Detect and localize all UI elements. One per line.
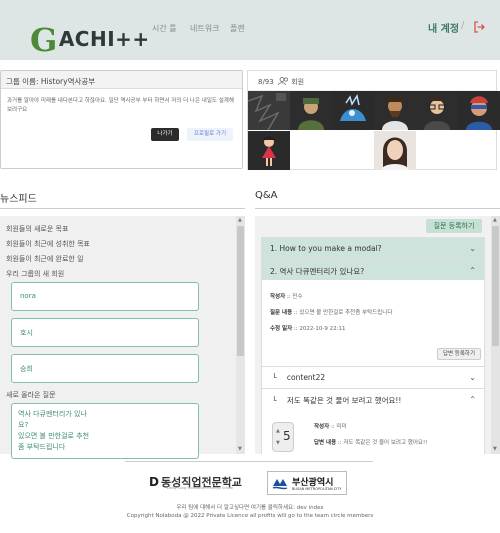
feed-item[interactable]: 회원들이 최근에 완료한 일 [6,254,84,264]
busan-logo-subtitle: BUSAN METROPOLITAN CITY [292,487,342,491]
chevron-down-icon: ⌄ [469,244,476,253]
member-avatar[interactable] [416,91,458,130]
question-preview-line: 있으면 볼 만한걸로 추천 [18,432,90,440]
members-label: 회원 [291,78,305,86]
answer-title: 저도 똑같은 것 물어 보려고 했어요!! [286,396,402,405]
answer-item[interactable]: └ content22 ⌄ [261,366,485,389]
member-avatar[interactable] [458,91,500,130]
qa-title: Q&A [255,190,278,201]
register-question-button[interactable]: 질문 등록하기 [426,219,482,233]
answer-author: 작성자 :: 미미 [314,424,347,430]
answer-header[interactable]: └ 저도 똑같은 것 물어 보려고 했어요!! ⌃ [262,389,484,410]
newsfeed-title: 뉴스피드 [0,194,37,205]
my-account-link[interactable]: 내 계정 [428,20,459,35]
scrollbar-thumb[interactable] [237,226,244,356]
dongsung-logo-subtitle: Dong Sung Vocational Training School [167,486,234,490]
scroll-down-icon[interactable]: ▼ [493,446,497,452]
dongsung-logo[interactable]: D 동성직업전문학교 Dong Sung Vocational Training … [149,474,242,490]
chevron-up-icon: ⌃ [469,395,476,404]
nav-link-plan[interactable]: 플랜 [230,23,245,34]
question-header[interactable]: 2. 역사 다큐멘터리가 있나요? ⌃ [262,260,484,281]
question-date: 수정 일자 :: 2022-10-9 22:11 [270,326,346,332]
upvote-icon[interactable]: ▲ [276,428,280,434]
vote-widget: ▲ ▼ 5 [272,422,294,452]
logout-icon[interactable] [473,21,485,33]
question-content: 질문 내용 :: 있으면 볼 만한걸로 추천좀 부탁드립니다 [270,310,393,316]
new-member-card[interactable]: nora [11,282,199,311]
question-title: 1. How to you make a modal? [270,244,382,253]
question-header[interactable]: 1. How to you make a modal? ⌄ [262,238,484,259]
members-grid [248,91,500,171]
register-answer-button[interactable]: 답변 등록하기 [437,348,481,360]
scrollbar-thumb[interactable] [492,226,499,346]
go-to-profile-button[interactable]: 프로필로 가기 [187,128,233,141]
reply-arrow-icon: └ [272,396,277,405]
answer-header[interactable]: └ content22 ⌄ [262,367,484,388]
group-name: 그룹 이름: History역사공부 [1,71,242,89]
newsfeed-divider [0,208,245,209]
feed-item[interactable]: 회원들이 최근에 성취한 목표 [6,239,90,249]
question-author: 작성자 :: 민수 [270,294,303,300]
question-title: 2. 역사 다큐멘터리가 있나요? [270,267,365,276]
question-preview-line: 역사 다큐멘터리가 있나 [18,410,87,418]
member-avatar[interactable] [248,91,290,130]
member-avatar[interactable] [374,131,416,170]
question-item[interactable]: 2. 역사 다큐멘터리가 있나요? ⌃ [261,259,485,282]
chevron-down-icon: ⌄ [469,373,476,382]
question-preview-line: 좀 부탁드립니다 [18,443,66,451]
new-question-card[interactable]: 역사 다큐멘터리가 있나 요? 있으면 볼 만한걸로 추천 좀 부탁드립니다 [11,403,199,459]
chevron-up-icon: ⌃ [469,266,476,275]
downvote-icon[interactable]: ▼ [276,440,280,446]
nav-separator: / [461,20,465,31]
member-avatar[interactable] [290,91,332,130]
app-logo[interactable]: GACHI++ [30,16,150,59]
members-header: 8/93 회원 [248,71,496,91]
scroll-down-icon[interactable]: ▼ [238,446,242,452]
answer-title: content22 [286,373,326,382]
feed-item[interactable]: 우리 그룹의 새 회원 [6,269,64,279]
new-member-card[interactable]: 승희 [11,354,199,383]
logo-text: ACHI++ [58,27,150,51]
answer-content: 답변 내용 :: 저도 똑같은 것 물어 보려고 했어요!! [314,440,428,446]
group-info-card: 그룹 이름: History역사공부 과거를 알아야 미래를 내다본다고 하잖아… [0,70,243,169]
newsfeed-panel: 회원들의 새로운 목표 회원들이 최근에 성취한 목표 회원들이 최근에 완료한… [0,216,245,459]
newsfeed-scrollbar[interactable]: ▲ ▼ [236,216,245,454]
new-member-card[interactable]: 호시 [11,318,199,347]
users-icon [278,77,288,86]
footer-team-link[interactable]: 우리 팀에 대해서 더 알고싶다면 여기를 클릭하세요: dev index [0,503,500,511]
navbar: GACHI++ 시간 틀 네트워크 플랜 내 계정 / [0,0,500,60]
reply-arrow-icon: └ [272,373,277,382]
qa-divider [255,208,500,209]
answer-item[interactable]: └ 저도 똑같은 것 물어 보려고 했어요!! ⌃ [261,388,485,411]
footer-copyright: Copyright Nolaboda @ 2022 Private Licenc… [126,513,374,519]
qa-scrollbar[interactable]: ▲ ▼ [491,216,500,454]
nav-link-timeframe[interactable]: 시간 틀 [152,23,177,34]
member-avatar[interactable] [374,91,416,130]
member-avatar[interactable] [248,131,290,170]
members-card: 8/93 회원 [247,70,500,171]
new-questions-label: 새로 올라온 질문 [6,391,56,399]
footer-divider [125,461,373,462]
vote-count: 5 [283,429,291,443]
member-avatar[interactable] [332,91,374,130]
answer-detail: ▲ ▼ 5 작성자 :: 미미 답변 내용 :: 저도 똑같은 것 물어 보려고… [261,410,485,454]
logo-g: G [30,21,58,59]
question-detail: 작성자 :: 민수 질문 내용 :: 있으면 볼 만한걸로 추천좀 부탁드립니다… [261,280,485,366]
ds-mark-icon: D [149,475,159,489]
leave-group-button[interactable]: 나가기 [151,128,179,141]
member-count: 8/93 [258,78,274,86]
question-preview-line: 요? [18,421,29,429]
scroll-up-icon[interactable]: ▲ [493,217,497,223]
question-item[interactable]: 1. How to you make a modal? ⌄ [261,237,485,260]
busan-emblem-icon [272,479,288,490]
scroll-up-icon[interactable]: ▲ [238,217,242,223]
feed-item[interactable]: 회원들의 새로운 목표 [6,224,68,234]
nav-link-network[interactable]: 네트워크 [190,23,219,34]
busan-logo[interactable]: 부산광역시 BUSAN METROPOLITAN CITY [267,471,347,495]
